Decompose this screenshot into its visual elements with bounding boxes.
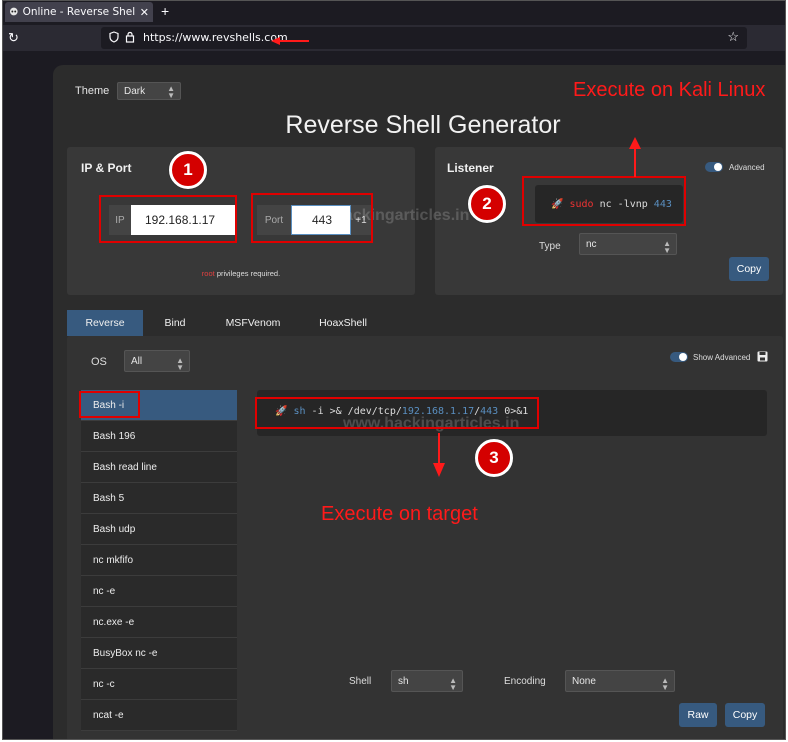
advanced-label: Advanced bbox=[729, 163, 765, 172]
select-arrows-icon: ▲ ▼ bbox=[176, 356, 184, 372]
listener-copy-button[interactable]: Copy bbox=[729, 257, 769, 281]
reload-icon[interactable]: ↻ bbox=[8, 30, 19, 46]
lock-icon[interactable] bbox=[125, 31, 135, 43]
annotation-number-2: 2 bbox=[468, 185, 506, 223]
select-arrows-icon: ▲ ▼ bbox=[167, 84, 175, 100]
privileges-text: privileges required. bbox=[214, 269, 281, 278]
ip-port-title: IP & Port bbox=[81, 161, 132, 175]
annotation-number-3: 3 bbox=[475, 439, 513, 477]
tab-title: Online - Reverse Shell Ge bbox=[22, 6, 136, 18]
annotation-text-target: Execute on target bbox=[321, 503, 478, 525]
navigation-bar: ↻ https://www.revshells.com ☆ bbox=[3, 25, 785, 51]
annotation-text-kali: Execute on Kali Linux bbox=[573, 79, 766, 101]
payload-copy-button[interactable]: Copy bbox=[725, 703, 765, 727]
os-value: All bbox=[131, 356, 143, 367]
skull-favicon-icon bbox=[9, 7, 18, 16]
os-label: OS bbox=[91, 356, 107, 368]
tab-bind[interactable]: Bind bbox=[145, 310, 205, 336]
encoding-value: None bbox=[572, 676, 596, 687]
shield-icon[interactable] bbox=[109, 31, 119, 43]
listener-type-value: nc bbox=[586, 239, 597, 250]
annotation-arrow-down bbox=[433, 433, 445, 477]
tab-reverse[interactable]: Reverse bbox=[67, 310, 143, 336]
save-icon[interactable] bbox=[757, 351, 768, 362]
list-item[interactable]: ncat -e bbox=[81, 700, 237, 731]
annotation-box-ip bbox=[99, 195, 237, 243]
listener-title: Listener bbox=[447, 161, 494, 175]
privileges-note: root privileges required. bbox=[67, 269, 415, 278]
theme-label: Theme bbox=[75, 85, 110, 97]
url-text[interactable]: https://www.revshells.com bbox=[143, 31, 288, 44]
annotation-box-bash-i bbox=[79, 391, 140, 418]
list-item[interactable]: Bash 5 bbox=[81, 483, 237, 514]
annotation-box-payload bbox=[255, 397, 539, 429]
encoding-select[interactable]: None ▲ ▼ bbox=[565, 670, 675, 692]
annotation-box-listener bbox=[522, 176, 686, 226]
list-item[interactable]: nc -e bbox=[81, 576, 237, 607]
shell-label: Shell bbox=[349, 676, 372, 687]
select-arrows-icon: ▲ ▼ bbox=[663, 239, 671, 255]
close-tab-icon[interactable]: ✕ bbox=[140, 6, 149, 19]
tab-hoaxshell[interactable]: HoaxShell bbox=[303, 310, 383, 336]
annotation-arrow-url bbox=[271, 37, 309, 45]
root-text: root bbox=[201, 269, 215, 278]
listener-type-select[interactable]: nc ▲ ▼ bbox=[579, 233, 677, 255]
show-advanced-label: Show Advanced bbox=[693, 353, 751, 362]
page-title: Reverse Shell Generator bbox=[285, 111, 561, 139]
show-advanced-toggle[interactable] bbox=[670, 352, 688, 362]
shell-list: Bash -i Bash 196 Bash read line Bash 5 B… bbox=[81, 390, 237, 731]
tab-bar: Online - Reverse Shell Ge ✕ + bbox=[3, 1, 785, 23]
browser-window: Online - Reverse Shell Ge ✕ + ↻ https://… bbox=[2, 0, 786, 740]
advanced-toggle[interactable] bbox=[705, 162, 723, 172]
list-item[interactable]: nc mkfifo bbox=[81, 545, 237, 576]
list-item[interactable]: Bash udp bbox=[81, 514, 237, 545]
raw-button[interactable]: Raw bbox=[679, 703, 717, 727]
select-arrows-icon: ▲ ▼ bbox=[661, 676, 669, 692]
address-bar[interactable]: https://www.revshells.com ☆ bbox=[101, 27, 747, 49]
annotation-number-1: 1 bbox=[169, 151, 207, 189]
os-select[interactable]: All ▲ ▼ bbox=[124, 350, 190, 372]
list-item[interactable]: BusyBox nc -e bbox=[81, 638, 237, 669]
list-item[interactable]: Bash read line bbox=[81, 452, 237, 483]
shell-select[interactable]: sh ▲ ▼ bbox=[391, 670, 463, 692]
annotation-arrow-up bbox=[629, 137, 641, 177]
annotation-box-port bbox=[251, 193, 373, 243]
type-label: Type bbox=[539, 241, 561, 252]
select-arrows-icon: ▲ ▼ bbox=[449, 676, 457, 692]
encoding-label: Encoding bbox=[504, 676, 546, 687]
list-item[interactable]: nc.exe -e bbox=[81, 607, 237, 638]
new-tab-icon[interactable]: + bbox=[161, 3, 169, 19]
bookmark-star-icon[interactable]: ☆ bbox=[727, 29, 739, 45]
browser-tab[interactable]: Online - Reverse Shell Ge ✕ bbox=[5, 2, 153, 22]
theme-value: Dark bbox=[124, 86, 146, 97]
shell-value: sh bbox=[398, 676, 409, 687]
list-item[interactable]: nc -c bbox=[81, 669, 237, 700]
theme-select[interactable]: Dark ▲ ▼ bbox=[117, 82, 181, 100]
list-item[interactable]: Bash 196 bbox=[81, 421, 237, 452]
tab-msfvenom[interactable]: MSFVenom bbox=[213, 310, 293, 336]
